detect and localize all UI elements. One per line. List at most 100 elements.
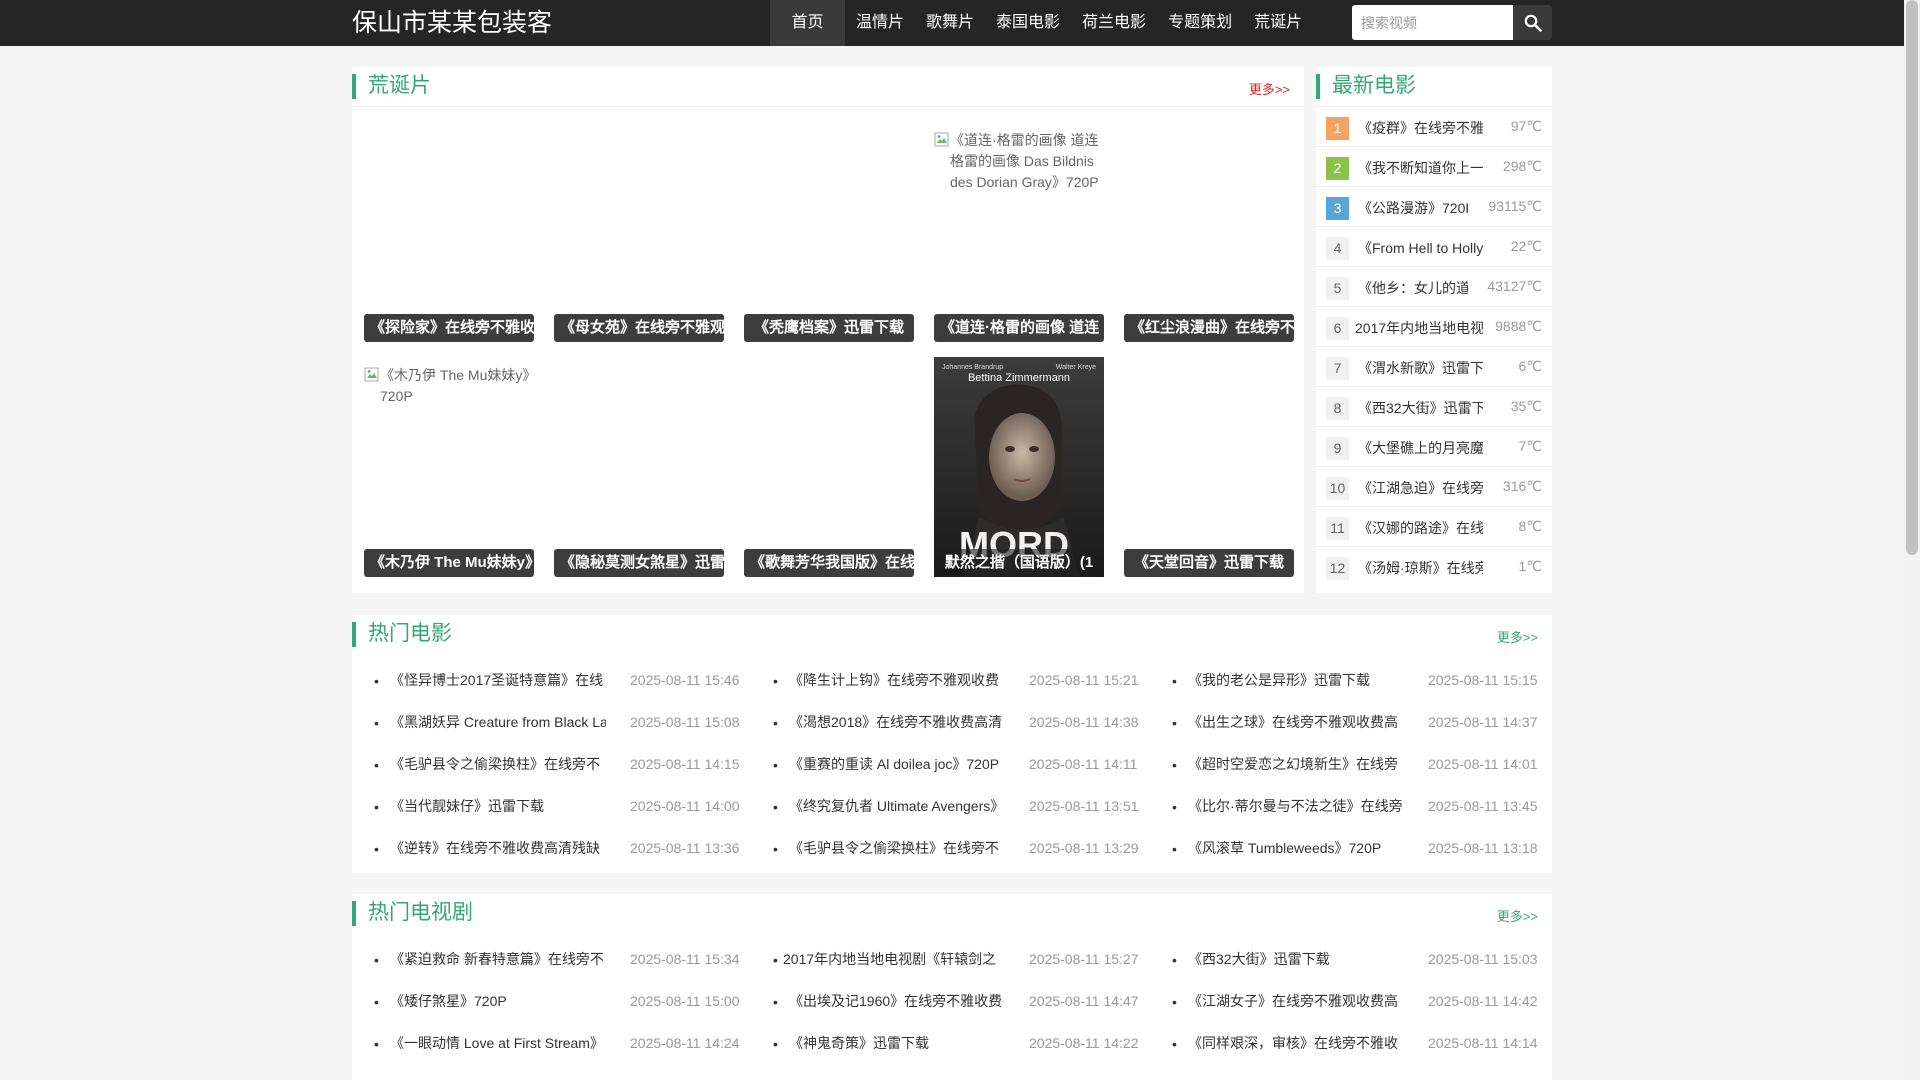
list-item[interactable]: • 《矮仔煞星》720P 2025-08-11 15:00 (374, 980, 774, 1022)
poster-card[interactable]: 《母女苑》在线旁不雅观 (554, 122, 724, 342)
rank-number: 12 (1326, 557, 1349, 580)
poster-alt-label: 《木乃伊 The Mu妹妹y》720P (380, 367, 530, 404)
rank-item[interactable]: 5 《他乡：女儿的道 43127℃ (1316, 267, 1552, 307)
poster-card[interactable]: 《探险家》在线旁不雅收 (364, 122, 534, 342)
rank-item[interactable]: 8 《西32大街》迅雷下 35℃ (1316, 387, 1552, 427)
poster-caption: 《探险家》在线旁不雅收 (364, 314, 534, 342)
page-scrollbar[interactable] (1904, 0, 1920, 1080)
poster-card[interactable]: 《红尘浪漫曲》在线旁不 (1124, 122, 1294, 342)
item-date: 2025-08-11 14:37 (1428, 714, 1538, 730)
nav-item-musical[interactable]: 歌舞片 (915, 0, 985, 46)
list-item[interactable]: • 《出埃及记1960》在线旁不雅收费 2025-08-11 14:47 (773, 980, 1173, 1022)
list-item[interactable]: • 《重赛的重读 Al doilea joc》720P 2025-08-11 14:… (773, 743, 1173, 785)
bullet-icon: • (773, 952, 778, 968)
bullet-icon: • (374, 952, 379, 968)
bullet-icon: • (1172, 673, 1177, 689)
list-item[interactable]: • 《毛驴县令之偷梁换柱》在线旁不 2025-08-11 14:15 (374, 743, 774, 785)
item-title: 《矮仔煞星》720P (390, 993, 507, 1009)
rank-item[interactable]: 3 《公路漫游》720P 93115℃ (1316, 187, 1552, 227)
list-item[interactable]: • 《终究复仇者 Ultimate Avengers》 2025-08-11 13:… (773, 785, 1173, 827)
rank-title: 《汤姆·琼斯》在线旁 (1358, 560, 1483, 576)
nav-item-special[interactable]: 专题策划 (1157, 0, 1243, 46)
list-item[interactable]: • 《我的老公是异形》迅雷下载 2025-08-11 15:15 (1172, 659, 1572, 701)
rank-item[interactable]: 1 《疫群》在线旁不雅 97℃ (1316, 107, 1552, 147)
rank-title: 《渭水新歌》迅雷下 (1358, 360, 1483, 376)
list-item[interactable]: • 《当代靓妹仔》迅雷下载 2025-08-11 14:00 (374, 785, 774, 827)
more-link[interactable]: 更多>> (1497, 627, 1538, 646)
list-item[interactable]: • 《风滚草 Tumbleweeds》720P 2025-08-11 13:18 (1172, 827, 1572, 869)
list-item[interactable]: • 2017年内地当地电视剧《轩辕剑之 2025-08-11 15:27 (773, 938, 1173, 980)
rank-heat: 9888℃ (1495, 318, 1542, 334)
poster-card[interactable]: 《天堂回音》迅雷下载 (1124, 357, 1294, 577)
item-title: 《超时空爱恋之幻境新生》在线旁 (1188, 756, 1398, 772)
rank-number: 5 (1326, 277, 1349, 300)
rank-heat: 298℃ (1502, 158, 1542, 174)
item-title: 《江湖女子》在线旁不雅观收费高 (1188, 993, 1398, 1009)
item-title: 《当代靓妹仔》迅雷下载 (390, 798, 544, 814)
more-link[interactable]: 更多>> (1497, 906, 1538, 925)
poster-card[interactable]: 《道连·格雷的画像 道连格雷的画像 Das Bildnis des Dorian… (934, 122, 1104, 342)
nav-item-dutch[interactable]: 荷兰电影 (1071, 0, 1157, 46)
nav-item-absurd[interactable]: 荒诞片 (1243, 0, 1313, 46)
item-date: 2025-08-11 14:01 (1428, 756, 1538, 772)
search-input[interactable] (1352, 5, 1513, 40)
nav-item-thai[interactable]: 泰国电影 (985, 0, 1071, 46)
main-nav: 首页 温情片 歌舞片 泰国电影 荷兰电影 专题策划 荒诞片 (770, 0, 1313, 46)
nav-item-warm[interactable]: 温情片 (845, 0, 915, 46)
rank-number: 7 (1326, 357, 1349, 380)
rank-item[interactable]: 4 《From Hell to Holly 22℃ (1316, 227, 1552, 267)
rank-item[interactable]: 2 《我不断知道你上一 298℃ (1316, 147, 1552, 187)
list-item[interactable]: • 《神鬼奇策》迅雷下载 2025-08-11 14:22 (773, 1022, 1173, 1064)
item-title: 《渴想2018》在线旁不雅收费高清 (789, 714, 1003, 730)
list-item[interactable]: • 《一眼动情 Love at First Stream》 2025-08-11 1… (374, 1022, 774, 1064)
poster-card[interactable]: 《秃鹰档案》迅雷下载 (744, 122, 914, 342)
rank-heat: 22℃ (1510, 238, 1542, 254)
list-item[interactable]: • 《超时空爱恋之幻境新生》在线旁 2025-08-11 14:01 (1172, 743, 1572, 785)
list-item[interactable]: • 《出生之球》在线旁不雅观收费高 2025-08-11 14:37 (1172, 701, 1572, 743)
rank-title: 《公路漫游》720P (1358, 200, 1468, 216)
panel-header: 热门电影 更多>> (352, 615, 1552, 655)
poster-card[interactable]: 《歌舞芳华我国版》在线 (744, 357, 914, 577)
rank-title: 《汉娜的路途》在线 (1358, 520, 1483, 536)
rank-item[interactable]: 12 《汤姆·琼斯》在线旁 1℃ (1316, 547, 1552, 587)
rank-title: 《疫群》在线旁不雅 (1358, 120, 1483, 136)
item-title: 《我的老公是异形》迅雷下载 (1188, 672, 1370, 688)
list-item[interactable]: • 《黑湖妖异 Creature from Black La 2025-08-11 … (374, 701, 774, 743)
rank-title: 《From Hell to Holly (1358, 240, 1483, 256)
item-title: 《毛驴县令之偷梁换柱》在线旁不 (789, 840, 999, 856)
rank-item[interactable]: 11 《汉娜的路途》在线 8℃ (1316, 507, 1552, 547)
rank-number: 8 (1326, 397, 1349, 420)
poster-card[interactable]: 《木乃伊 The Mu妹妹y》720P 《木乃伊 The Mu妹妹y》 (364, 357, 534, 577)
rank-item[interactable]: 7 《渭水新歌》迅雷下 6℃ (1316, 347, 1552, 387)
rank-number: 1 (1326, 117, 1349, 140)
poster-card[interactable]: 《隐秘莫测女煞星》迅雷 (554, 357, 724, 577)
list-item[interactable]: • 《逆转》在线旁不雅收费高清残缺 2025-08-11 13:36 (374, 827, 774, 869)
list-item[interactable]: • 《紧迫救命 新春特意篇》在线旁不 2025-08-11 15:34 (374, 938, 774, 980)
rank-item[interactable]: 10 《江湖急迫》在线旁 316℃ (1316, 467, 1552, 507)
list-item[interactable]: • 《怪异博士2017圣诞特意篇》在线 2025-08-11 15:46 (374, 659, 774, 701)
site-title[interactable]: 保山市某某包装客 (352, 8, 552, 38)
scrollbar-thumb[interactable] (1906, 0, 1918, 555)
list-item[interactable]: • 《渴想2018》在线旁不雅收费高清 2025-08-11 14:38 (773, 701, 1173, 743)
item-date: 2025-08-11 13:45 (1428, 798, 1538, 814)
poster-caption: 《红尘浪漫曲》在线旁不 (1124, 314, 1294, 342)
nav-item-home[interactable]: 首页 (770, 0, 845, 46)
panel-title: 热门电视剧 (368, 901, 473, 924)
rank-item[interactable]: 9 《大堡礁上的月亮魔 7℃ (1316, 427, 1552, 467)
item-date: 2025-08-11 13:18 (1428, 840, 1538, 856)
item-title: 《重赛的重读 Al doilea joc》720P (789, 756, 1000, 772)
hot-movies-panel: 热门电影 更多>> • 《怪异博士2017圣诞特意篇》在线 2025-08-11 1… (352, 615, 1552, 873)
item-title: 《怪异博士2017圣诞特意篇》在线 (390, 672, 604, 688)
more-link[interactable]: 更多>> (1249, 79, 1290, 98)
list-item[interactable]: • 《同样艰深，审核》在线旁不雅收 2025-08-11 14:14 (1172, 1022, 1572, 1064)
search-button[interactable] (1513, 5, 1552, 40)
poster-credit-right: Walter Kreye (1056, 364, 1096, 371)
rank-item[interactable]: 6 2017年内地当地电视 9888℃ (1316, 307, 1552, 347)
poster-card[interactable]: Johannes Brandrup Walter Kreye Bettina Z… (934, 357, 1104, 577)
list-item[interactable]: • 《降生计上钩》在线旁不雅观收费 2025-08-11 15:21 (773, 659, 1173, 701)
rank-heat: 35℃ (1510, 398, 1542, 414)
list-item[interactable]: • 《比尔·蒂尔曼与不法之徒》在线旁 2025-08-11 13:45 (1172, 785, 1572, 827)
list-item[interactable]: • 《毛驴县令之偷梁换柱》在线旁不 2025-08-11 13:29 (773, 827, 1173, 869)
list-item[interactable]: • 《江湖女子》在线旁不雅观收费高 2025-08-11 14:42 (1172, 980, 1572, 1022)
list-item[interactable]: • 《西32大街》迅雷下载 2025-08-11 15:03 (1172, 938, 1572, 980)
